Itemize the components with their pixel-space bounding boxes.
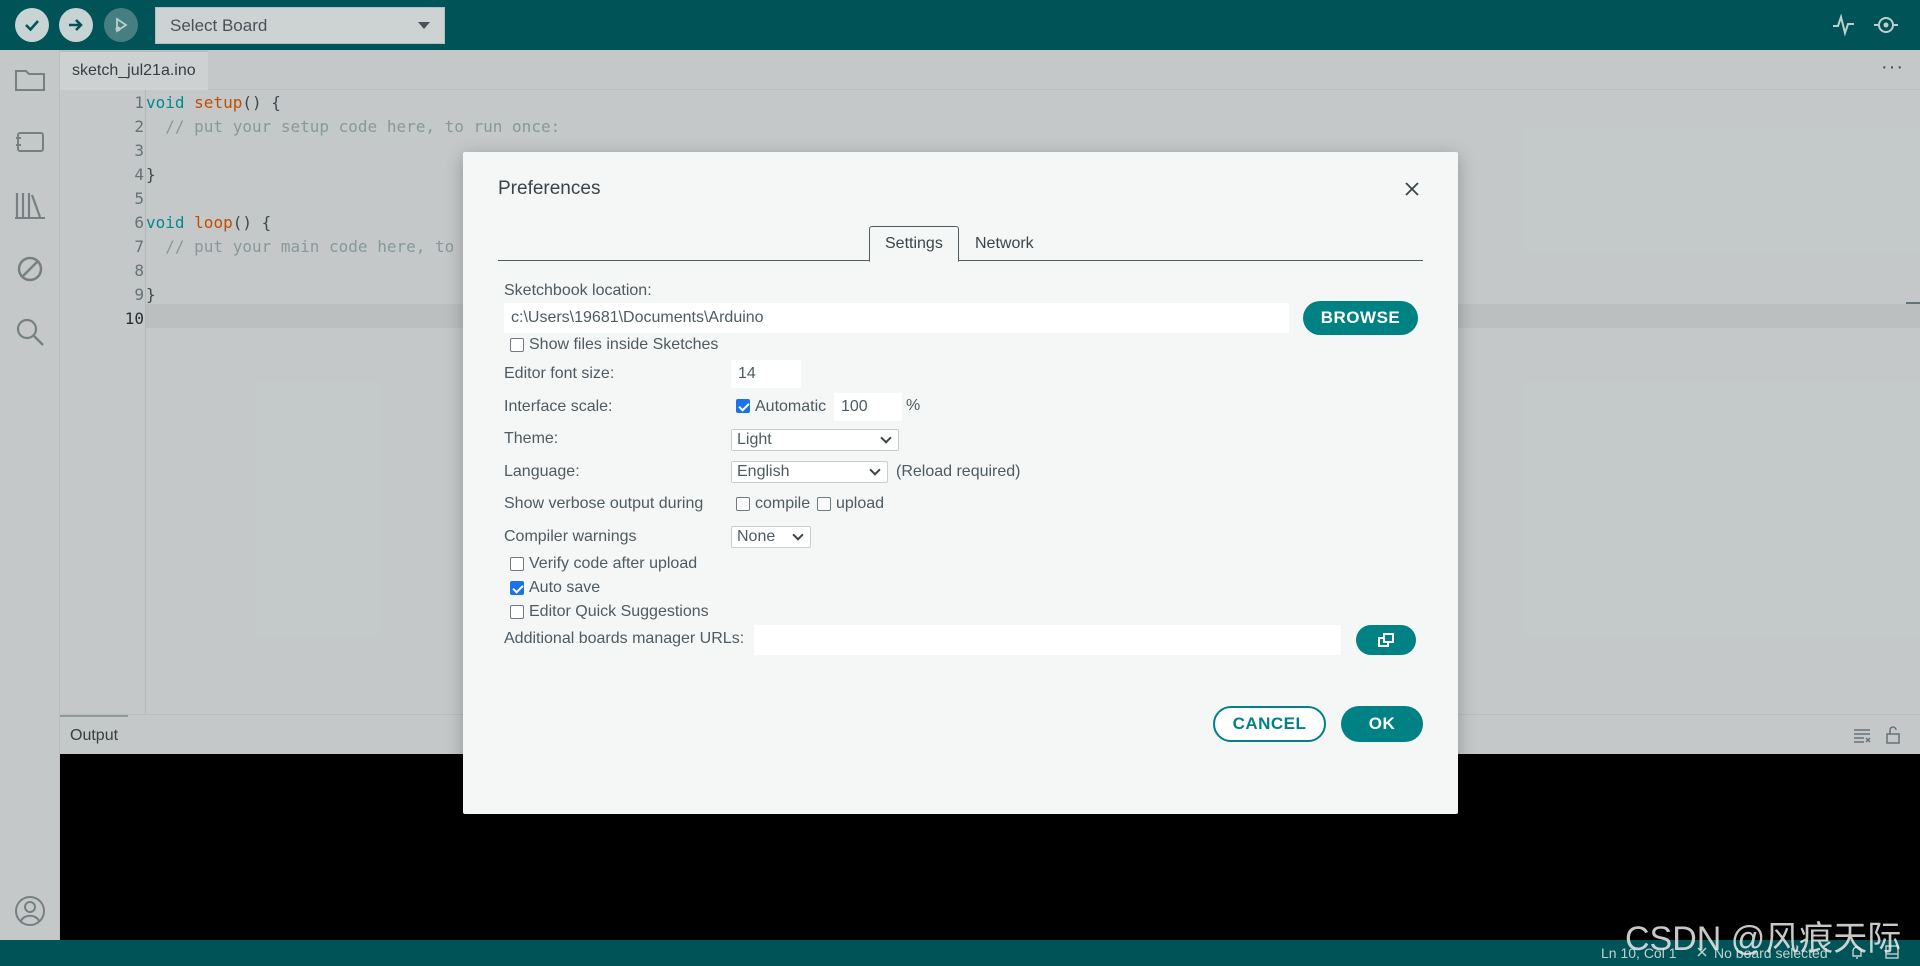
sketchbook-label: Sketchbook location: (504, 282, 652, 299)
show-files-checkbox[interactable] (510, 338, 524, 352)
automatic-label: Automatic (755, 398, 827, 415)
verbose-upload-checkbox[interactable] (817, 497, 831, 511)
close-button[interactable] (1400, 177, 1424, 201)
verbose-label: Show verbose output during (504, 495, 704, 512)
language-value: English (737, 463, 790, 480)
interface-scale-label: Interface scale: (504, 398, 613, 415)
quick-suggestions-label: Editor Quick Suggestions (529, 603, 709, 620)
preferences-dialog: Preferences Settings Network Sketchbook … (463, 152, 1458, 814)
upload-label: upload (836, 495, 885, 512)
warnings-value: None (737, 528, 776, 545)
reload-note: (Reload required) (896, 463, 1021, 480)
compile-label: compile (755, 495, 811, 512)
theme-select[interactable]: Light (731, 429, 899, 451)
auto-save-checkbox[interactable] (510, 581, 524, 595)
boards-urls-label: Additional boards manager URLs: (504, 630, 745, 647)
theme-label: Theme: (504, 430, 559, 447)
show-files-label: Show files inside Sketches (529, 336, 719, 353)
chevron-down-icon (880, 432, 892, 444)
percent-label: % (906, 397, 921, 414)
verify-label: Verify code after upload (529, 555, 698, 572)
tab-settings[interactable]: Settings (869, 226, 959, 262)
browse-button[interactable]: BROWSE (1303, 301, 1418, 335)
automatic-scale-checkbox[interactable] (736, 399, 750, 413)
chevron-down-icon (792, 529, 804, 541)
theme-value: Light (737, 431, 772, 448)
sketchbook-location-input[interactable]: c:\Users\19681\Documents\Arduino (504, 303, 1289, 333)
verbose-compile-checkbox[interactable] (736, 497, 750, 511)
language-select[interactable]: English (731, 461, 888, 483)
auto-save-label: Auto save (529, 579, 601, 596)
font-size-input[interactable]: 14 (731, 360, 801, 388)
language-label: Language: (504, 463, 580, 480)
quick-suggestions-checkbox[interactable] (510, 605, 524, 619)
open-urls-editor-button[interactable] (1356, 625, 1416, 655)
font-size-label: Editor font size: (504, 365, 615, 382)
dialog-title: Preferences (498, 178, 601, 199)
scale-input[interactable]: 100 (834, 393, 902, 421)
compiler-warnings-label: Compiler warnings (504, 528, 637, 545)
chevron-down-icon (869, 464, 881, 476)
window-restore-icon (1378, 633, 1394, 647)
compiler-warnings-select[interactable]: None (731, 526, 811, 548)
verify-after-upload-checkbox[interactable] (510, 557, 524, 571)
close-icon (1405, 182, 1419, 196)
cancel-button[interactable]: CANCEL (1213, 706, 1326, 742)
boards-urls-input[interactable] (754, 625, 1341, 655)
ok-button[interactable]: OK (1341, 706, 1423, 742)
tab-network[interactable]: Network (960, 226, 1049, 261)
